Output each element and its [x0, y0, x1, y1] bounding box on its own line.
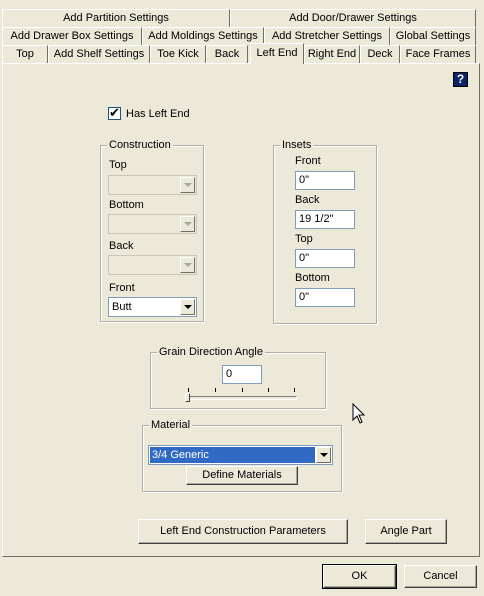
construction-bottom-label: Bottom — [109, 199, 144, 211]
construction-front-select[interactable]: Butt — [108, 297, 197, 317]
angle-part-button[interactable]: Angle Part — [365, 519, 447, 544]
slider-tick — [268, 388, 269, 392]
tab-add-door-drawer-settings[interactable]: Add Door/Drawer Settings — [230, 9, 476, 28]
grain-direction-title: Grain Direction Angle — [157, 345, 265, 359]
chevron-down-icon[interactable] — [180, 216, 195, 232]
tab-global-settings[interactable]: Global Settings — [390, 27, 476, 46]
tab-add-moldings-settings[interactable]: Add Moldings Settings — [142, 27, 264, 46]
left-end-construction-parameters-button[interactable]: Left End Construction Parameters — [138, 519, 348, 544]
insets-top-label: Top — [295, 233, 313, 245]
help-icon[interactable]: ? — [453, 72, 468, 87]
construction-group-title: Construction — [107, 138, 173, 152]
chevron-down-icon[interactable] — [180, 257, 195, 273]
slider-tick — [294, 388, 295, 392]
tab-back[interactable]: Back — [206, 45, 248, 64]
insets-front-label: Front — [295, 155, 321, 167]
cancel-button[interactable]: Cancel — [404, 565, 477, 588]
tab-face-frames[interactable]: Face Frames — [400, 45, 476, 64]
tab-right-end[interactable]: Right End — [304, 45, 360, 64]
insets-back-field[interactable]: 19 1/2" — [295, 210, 355, 229]
construction-front-value: Butt — [112, 301, 132, 313]
construction-bottom-select[interactable] — [108, 214, 197, 234]
chevron-down-icon[interactable] — [180, 299, 195, 315]
tab-add-partition-settings[interactable]: Add Partition Settings — [2, 9, 230, 28]
chevron-down-icon[interactable] — [316, 447, 331, 463]
has-left-end-label: Has Left End — [126, 108, 190, 120]
tab-top[interactable]: Top — [2, 45, 48, 64]
slider-tick — [188, 388, 189, 392]
slider-tick — [242, 388, 243, 392]
ok-button[interactable]: OK — [322, 564, 397, 589]
slider-thumb[interactable] — [185, 393, 190, 402]
checkmark-icon: ✔ — [109, 105, 120, 120]
construction-top-select[interactable] — [108, 175, 197, 195]
grain-angle-field[interactable]: 0 — [222, 365, 262, 384]
tab-toe-kick[interactable]: Toe Kick — [150, 45, 206, 64]
material-selected-value: 3/4 Generic — [152, 449, 209, 461]
insets-top-field[interactable]: 0" — [295, 249, 355, 268]
insets-bottom-field[interactable]: 0" — [295, 288, 355, 307]
define-materials-button[interactable]: Define Materials — [186, 466, 298, 485]
material-select[interactable]: 3/4 Generic — [148, 445, 333, 465]
tab-deck[interactable]: Deck — [360, 45, 400, 64]
insets-back-label: Back — [295, 194, 320, 206]
tab-left-end[interactable]: Left End — [250, 43, 304, 64]
slider-tick — [215, 388, 216, 392]
tab-add-shelf-settings[interactable]: Add Shelf Settings — [48, 45, 150, 64]
mouse-cursor-icon — [352, 403, 366, 424]
grain-angle-slider[interactable] — [186, 396, 297, 400]
tab-add-drawer-box-settings[interactable]: Add Drawer Box Settings — [2, 27, 142, 46]
material-group-title: Material — [149, 418, 193, 432]
construction-back-label: Back — [109, 240, 134, 252]
has-left-end-checkbox[interactable]: ✔ — [108, 105, 121, 120]
construction-top-label: Top — [109, 159, 127, 171]
insets-front-field[interactable]: 0" — [295, 171, 355, 190]
construction-back-select[interactable] — [108, 255, 197, 275]
construction-front-label: Front — [109, 282, 135, 294]
insets-bottom-label: Bottom — [295, 272, 330, 284]
insets-group-title: Insets — [280, 138, 314, 152]
chevron-down-icon[interactable] — [180, 177, 195, 193]
